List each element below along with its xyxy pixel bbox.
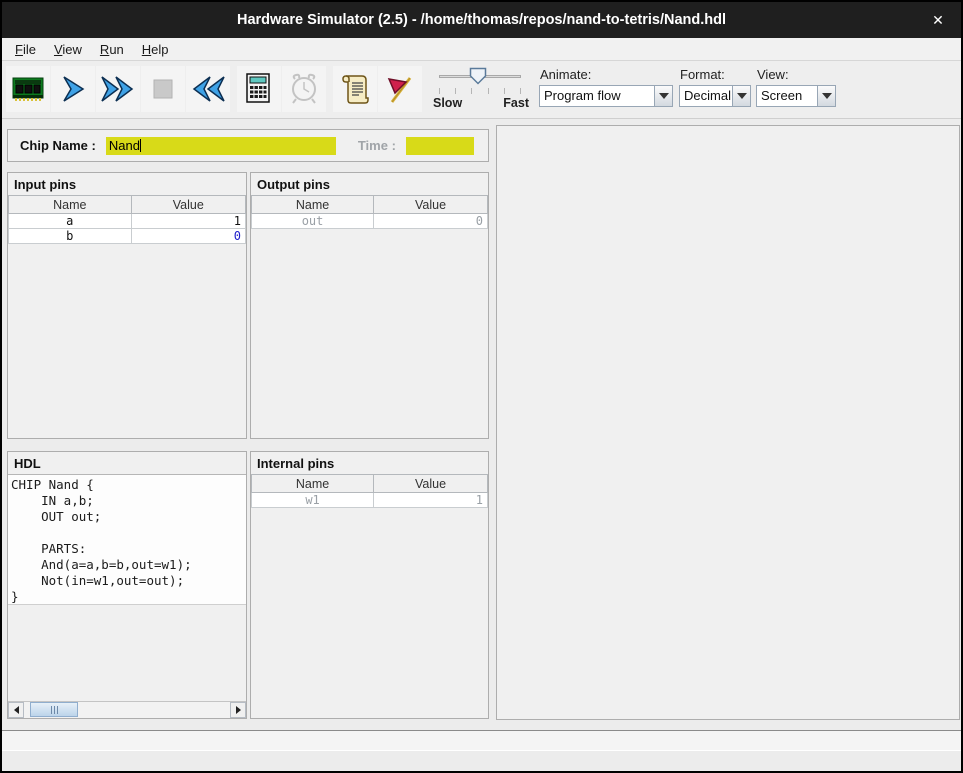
eval-button[interactable] [237,66,281,112]
text-caret [140,139,141,152]
alarm-clock-icon [287,72,321,106]
pin-row[interactable]: out0 [252,214,488,229]
animate-combo-group: Animate: Program flow [539,66,673,107]
chevron-down-icon[interactable] [654,86,672,106]
view-label: View: [757,67,836,82]
internal-pins-table[interactable]: NameValuew11 [251,474,488,508]
hdl-code-view[interactable]: CHIP Nand { IN a,b; OUT out; PARTS: And(… [8,474,246,605]
status-bar [2,730,961,751]
screen-view-panel [496,125,960,720]
input-pins-table[interactable]: NameValuea1b0 [8,195,246,244]
internal-pins-title: Internal pins [251,452,488,474]
time-label: Time : [358,138,396,153]
scroll-track[interactable] [24,702,230,718]
internal-pins-panel: Internal pins NameValuew11 [250,451,489,719]
scroll-right-icon[interactable] [230,702,246,718]
format-select[interactable]: Decimal [679,85,751,107]
script-scroll-icon [339,72,371,106]
hardware-simulator-window: Hardware Simulator (2.5) - /home/thomas/… [0,0,963,773]
hdl-horizontal-scrollbar[interactable] [8,701,246,718]
load-chip-button[interactable] [6,66,50,112]
rewind-icon [188,73,228,105]
breakpoints-button[interactable] [378,66,422,112]
reset-button[interactable] [186,66,230,112]
column-header[interactable]: Value [374,475,488,493]
hdl-panel: HDL CHIP Nand { IN a,b; OUT out; PARTS: … [7,451,247,719]
pin-row[interactable]: w11 [252,493,488,508]
scroll-thumb[interactable] [30,702,78,717]
input-pins-title: Input pins [8,173,246,195]
toolbar: Slow Fast Animate: Program flow Format: … [2,61,961,119]
input-pins-panel: Input pins NameValuea1b0 [7,172,247,439]
pin-row[interactable]: b0 [9,229,246,244]
chip-icon [11,74,45,104]
pin-value[interactable]: 0 [131,229,245,244]
slider-ticks [439,88,521,94]
clock-button[interactable] [282,66,326,112]
slider-slow-label: Slow [433,96,462,110]
fast-forward-icon [98,73,138,105]
animate-value: Program flow [540,86,654,106]
menu-help[interactable]: Help [133,40,178,59]
chevron-down-icon[interactable] [817,86,835,106]
pin-value[interactable]: 0 [374,214,488,229]
run-button[interactable] [96,66,140,112]
pin-value[interactable]: 1 [131,214,245,229]
pin-name[interactable]: w1 [252,493,374,508]
format-value: Decimal [680,86,732,106]
view-combo-group: View: Screen [756,66,836,107]
output-pins-table[interactable]: NameValueout0 [251,195,488,229]
stop-button[interactable] [141,66,185,112]
step-forward-icon [57,73,89,105]
red-flag-icon [383,72,417,106]
format-label: Format: [680,67,751,82]
hdl-title: HDL [8,452,246,474]
column-header[interactable]: Value [374,196,488,214]
pin-name[interactable]: a [9,214,132,229]
column-header[interactable]: Name [252,475,374,493]
pin-name[interactable]: b [9,229,132,244]
animate-label: Animate: [540,67,673,82]
animate-select[interactable]: Program flow [539,85,673,107]
chip-name-input[interactable]: Nand [106,137,336,155]
view-select[interactable]: Screen [756,85,836,107]
column-header[interactable]: Value [131,196,245,214]
single-step-button[interactable] [51,66,95,112]
output-pins-title: Output pins [251,173,488,195]
chip-name-label: Chip Name : [20,138,96,153]
time-field [406,137,474,155]
column-header[interactable]: Name [252,196,374,214]
format-combo-group: Format: Decimal [679,66,751,107]
output-pins-panel: Output pins NameValueout0 [250,172,489,439]
window-title: Hardware Simulator (2.5) - /home/thomas/… [237,12,726,28]
calculator-icon [244,72,274,106]
menu-view[interactable]: View [45,40,91,59]
column-header[interactable]: Name [9,196,132,214]
title-bar: Hardware Simulator (2.5) - /home/thomas/… [2,2,961,38]
speed-slider[interactable]: Slow Fast [433,66,529,114]
view-script-button[interactable] [333,66,377,112]
close-icon[interactable]: ✕ [929,11,947,29]
pin-name[interactable]: out [252,214,374,229]
scroll-left-icon[interactable] [8,702,24,718]
menu-run[interactable]: Run [91,40,133,59]
slider-thumb[interactable] [469,67,487,85]
stop-icon [148,74,178,104]
menu-bar: File View Run Help [2,38,961,61]
pin-value[interactable]: 1 [374,493,488,508]
pin-row[interactable]: a1 [9,214,246,229]
slider-fast-label: Fast [503,96,529,110]
chevron-down-icon[interactable] [732,86,750,106]
chip-name-panel: Chip Name : Nand Time : [7,129,489,162]
menu-file[interactable]: File [6,40,45,59]
view-value: Screen [757,86,817,106]
